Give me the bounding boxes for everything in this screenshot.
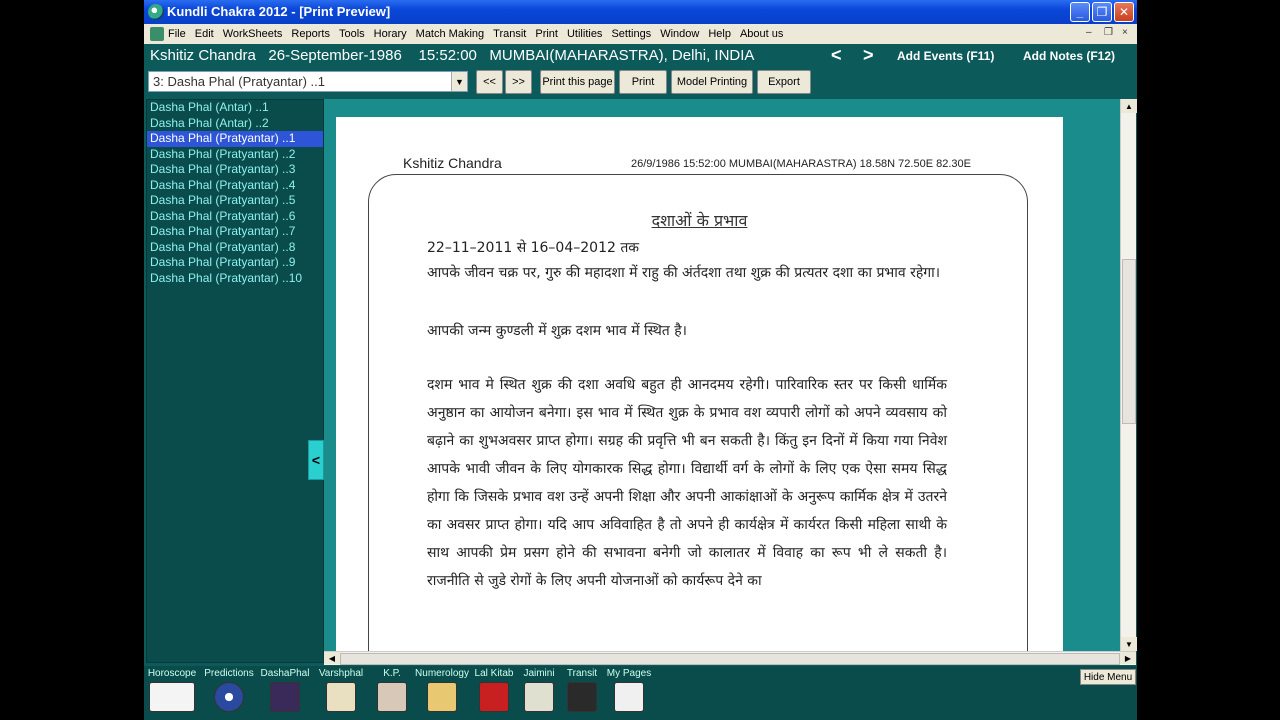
menu-file[interactable]: File <box>168 28 186 40</box>
menu-window[interactable]: Window <box>660 28 699 40</box>
menu-worksheets[interactable]: WorkSheets <box>223 28 283 40</box>
calendar-icon <box>326 682 356 712</box>
next-page-button[interactable]: >> <box>505 70 532 94</box>
date-range: 22–11–2011 से 16–04–2012 तक <box>427 240 640 256</box>
list-item-pratyantar-3[interactable]: Dasha Phal (Pratyantar) ..3 <box>147 162 323 178</box>
module-numerology[interactable]: Numerology <box>412 666 472 712</box>
app-window: Kundli Chakra 2012 - [Print Preview] _ ❐… <box>144 0 1137 720</box>
list-item-antar-1[interactable]: Dasha Phal (Antar) ..1 <box>147 100 323 116</box>
close-button[interactable]: ✕ <box>1114 2 1134 22</box>
pages-icon <box>614 682 644 712</box>
model-printing-button[interactable]: Model Printing <box>671 70 753 94</box>
menu-utilities[interactable]: Utilities <box>567 28 602 40</box>
prev-page-button[interactable]: << <box>476 70 503 94</box>
print-button[interactable]: Print <box>619 70 667 94</box>
menu-help[interactable]: Help <box>708 28 731 40</box>
planet-icon <box>567 682 597 712</box>
birth-place: MUMBAI(MAHARASTRA), Delhi, INDIA <box>489 47 755 64</box>
horizontal-scrollbar[interactable]: ◀ ▶ <box>324 651 1136 665</box>
list-item-antar-2[interactable]: Dasha Phal (Antar) ..2 <box>147 116 323 132</box>
vertical-scroll-thumb[interactable] <box>1122 259 1136 424</box>
page-list: Dasha Phal (Antar) ..1 Dasha Phal (Antar… <box>146 99 324 663</box>
scroll-left-icon[interactable]: ◀ <box>324 652 340 664</box>
section-title: दशाओं के प्रभाव <box>651 211 748 230</box>
module-dashaphal[interactable]: DashaPhal <box>258 666 312 712</box>
birth-time: 15:52:00 <box>418 47 477 64</box>
toolbar: 3: Dasha Phal (Pratyantar) ..1 ▼ << >> P… <box>144 68 1137 98</box>
collapse-sidebar-button[interactable]: < <box>308 440 324 480</box>
module-bar: Horoscope Predictions DashaPhal Varshpha… <box>144 666 1137 720</box>
red-book-icon <box>479 682 509 712</box>
menu-reports[interactable]: Reports <box>291 28 330 40</box>
page-header-info: 26/9/1986 15:52:00 MUMBAI(MAHARASTRA) 18… <box>631 158 971 170</box>
page-select-value: 3: Dasha Phal (Pratyantar) ..1 <box>153 74 325 89</box>
zodiac-wheel-icon <box>214 682 244 712</box>
list-item-pratyantar-1[interactable]: Dasha Phal (Pratyantar) ..1 <box>147 131 323 147</box>
list-item-pratyantar-10[interactable]: Dasha Phal (Pratyantar) ..10 <box>147 271 323 287</box>
menu-settings[interactable]: Settings <box>611 28 651 40</box>
page-header-name: Kshitiz Chandra <box>403 155 502 171</box>
next-record-button[interactable]: > <box>863 45 874 66</box>
menu-edit[interactable]: Edit <box>195 28 214 40</box>
menu-match-making[interactable]: Match Making <box>416 28 484 40</box>
dasha-figure-icon <box>270 682 300 712</box>
maximize-button[interactable]: ❐ <box>1092 2 1112 22</box>
birth-date: 26-September-1986 <box>268 47 402 64</box>
list-item-pratyantar-5[interactable]: Dasha Phal (Pratyantar) ..5 <box>147 193 323 209</box>
export-button[interactable]: Export <box>757 70 811 94</box>
mdi-close-button[interactable]: × <box>1122 27 1128 38</box>
minimize-button[interactable]: _ <box>1070 2 1090 22</box>
paragraph-effects: दशम भाव मे स्थित शुक्र की दशा अवधि बहुत … <box>427 377 947 589</box>
menu-horary[interactable]: Horary <box>374 28 407 40</box>
vertical-scrollbar[interactable]: ▲ ▼ <box>1120 99 1137 651</box>
print-this-page-button[interactable]: Print this page <box>540 70 615 94</box>
scroll-up-icon[interactable]: ▲ <box>1121 99 1137 113</box>
list-item-pratyantar-9[interactable]: Dasha Phal (Pratyantar) ..9 <box>147 255 323 271</box>
add-notes-button[interactable]: Add Notes (F12) <box>1023 49 1115 63</box>
document-icon <box>150 27 164 41</box>
horizontal-scroll-thumb[interactable] <box>340 653 1120 665</box>
list-item-pratyantar-7[interactable]: Dasha Phal (Pratyantar) ..7 <box>147 224 323 240</box>
menu-about-us[interactable]: About us <box>740 28 783 40</box>
menu-print[interactable]: Print <box>535 28 558 40</box>
paragraph-intro: आपके जीवन चक्र पर, गुरु की महादशा में रा… <box>427 265 941 281</box>
horoscope-chart-icon <box>149 682 195 712</box>
module-jaimini[interactable]: Jaimini <box>520 666 558 712</box>
jaimini-chart-icon <box>524 682 554 712</box>
add-events-button[interactable]: Add Events (F11) <box>897 49 994 63</box>
module-transit[interactable]: Transit <box>562 666 602 712</box>
app-icon <box>148 4 164 20</box>
info-bar: Kshitiz Chandra 26-September-1986 15:52:… <box>144 44 1137 68</box>
scroll-down-icon[interactable]: ▼ <box>1121 637 1137 651</box>
title-bar: Kundli Chakra 2012 - [Print Preview] _ ❐… <box>144 0 1137 24</box>
list-item-pratyantar-4[interactable]: Dasha Phal (Pratyantar) ..4 <box>147 178 323 194</box>
paragraph-placement: आपकी जन्म कुण्डली में शुक्र दशम भाव में … <box>427 323 687 339</box>
module-varshphal[interactable]: Varshphal <box>316 666 366 712</box>
preview-page: Kshitiz Chandra 26/9/1986 15:52:00 MUMBA… <box>336 117 1063 657</box>
module-my-pages[interactable]: My Pages <box>604 666 654 712</box>
person-name: Kshitiz Chandra <box>150 47 256 64</box>
menu-tools[interactable]: Tools <box>339 28 365 40</box>
menu-bar: File Edit WorkSheets Reports Tools Horar… <box>144 24 1137 44</box>
window-title: Kundli Chakra 2012 - [Print Preview] <box>167 4 391 19</box>
numerology-icon <box>427 682 457 712</box>
person-details: Kshitiz Chandra 26-September-1986 15:52:… <box>150 47 754 64</box>
print-preview-area: Kshitiz Chandra 26/9/1986 15:52:00 MUMBA… <box>324 99 1137 665</box>
menu-transit[interactable]: Transit <box>493 28 526 40</box>
prev-record-button[interactable]: < <box>831 45 842 66</box>
person-icon <box>377 682 407 712</box>
mdi-minimize-button[interactable]: – <box>1086 27 1092 38</box>
module-horoscope[interactable]: Horoscope <box>146 666 198 712</box>
mdi-restore-button[interactable]: ❐ <box>1104 27 1113 38</box>
scroll-right-icon[interactable]: ▶ <box>1120 652 1136 664</box>
module-predictions[interactable]: Predictions <box>200 666 258 712</box>
hide-menu-button[interactable]: Hide Menu <box>1080 669 1136 685</box>
list-item-pratyantar-6[interactable]: Dasha Phal (Pratyantar) ..6 <box>147 209 323 225</box>
chevron-down-icon[interactable]: ▼ <box>451 72 467 91</box>
module-lal-kitab[interactable]: Lal Kitab <box>472 666 516 712</box>
list-item-pratyantar-8[interactable]: Dasha Phal (Pratyantar) ..8 <box>147 240 323 256</box>
list-item-pratyantar-2[interactable]: Dasha Phal (Pratyantar) ..2 <box>147 147 323 163</box>
module-kp[interactable]: K.P. <box>372 666 412 712</box>
page-select[interactable]: 3: Dasha Phal (Pratyantar) ..1 ▼ <box>148 71 468 92</box>
